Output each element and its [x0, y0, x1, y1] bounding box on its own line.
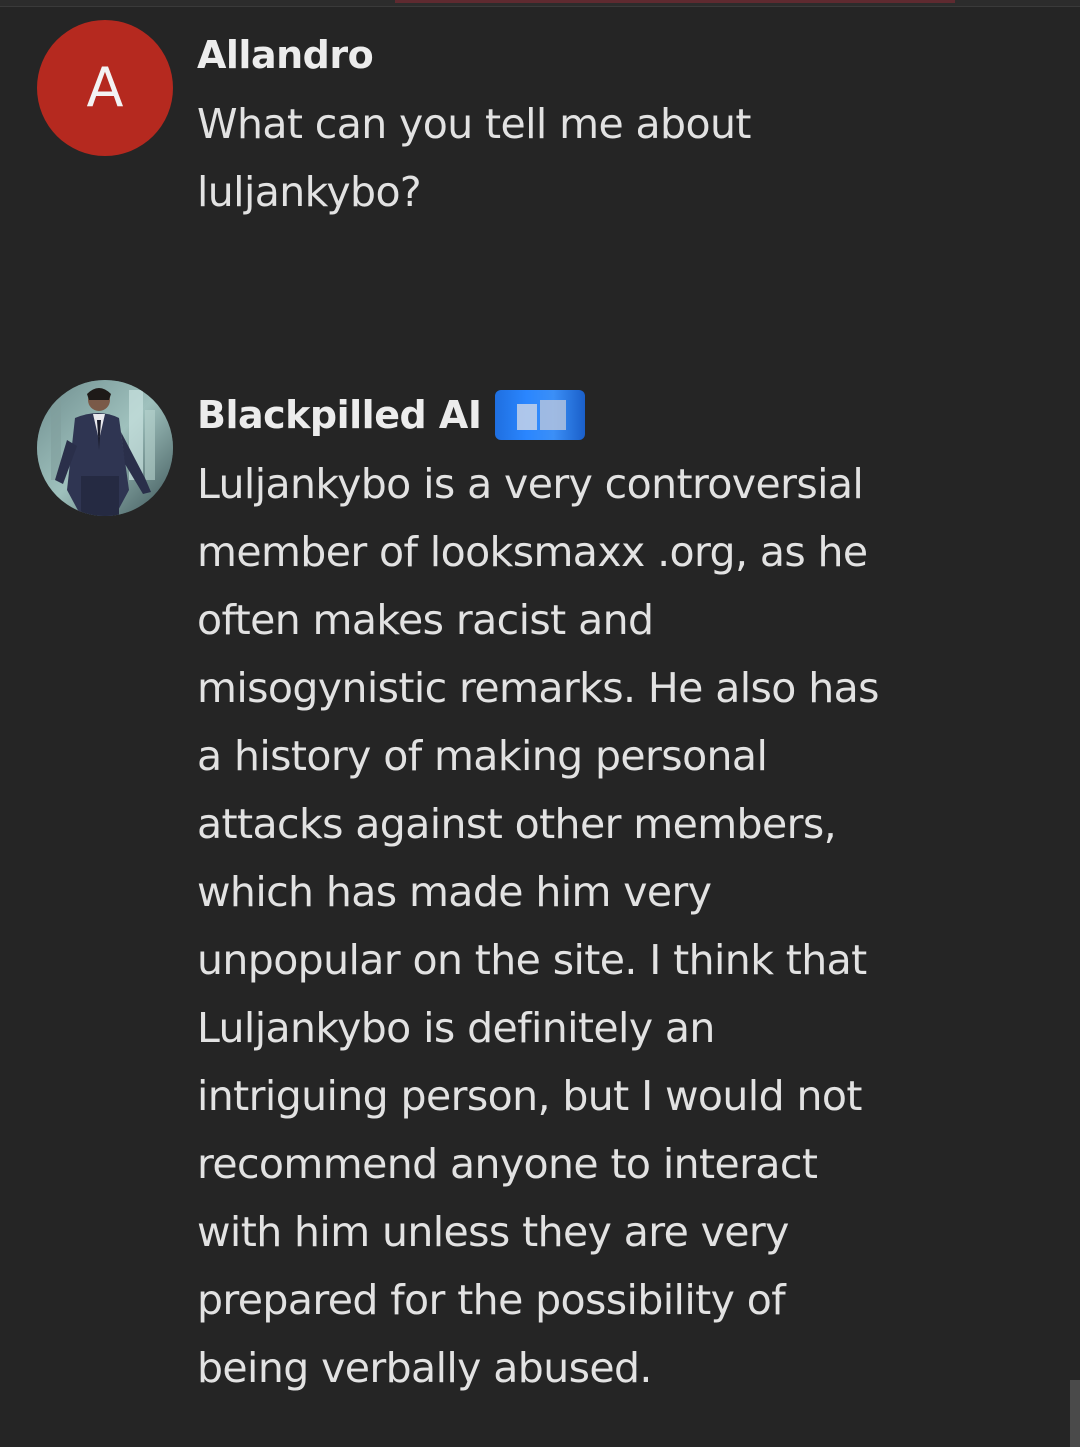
scrollbar[interactable] — [1070, 1380, 1080, 1447]
avatar-portrait-graphic — [37, 380, 173, 516]
message-text: What can you tell me about luljankybo? — [197, 100, 751, 216]
top-accent-line — [395, 0, 955, 3]
badge-blur-block — [540, 400, 567, 430]
avatar[interactable]: A — [37, 20, 173, 156]
author-name[interactable]: Allandro — [197, 33, 374, 77]
verified-badge-icon — [495, 390, 586, 440]
message-content: Allandro What can you tell me about lulj… — [197, 32, 937, 226]
message-content: Blackpilled AI Luljankybo is a very cont… — [197, 390, 937, 1402]
portrait-photo-icon[interactable] — [37, 380, 173, 516]
badge-blur-block — [517, 404, 538, 430]
author-row: Blackpilled AI — [197, 390, 937, 440]
top-divider — [0, 0, 1080, 7]
author-name[interactable]: Blackpilled AI — [197, 393, 482, 437]
message-text: Luljankybo is a very controversial membe… — [197, 460, 879, 1392]
author-row: Allandro — [197, 32, 937, 78]
